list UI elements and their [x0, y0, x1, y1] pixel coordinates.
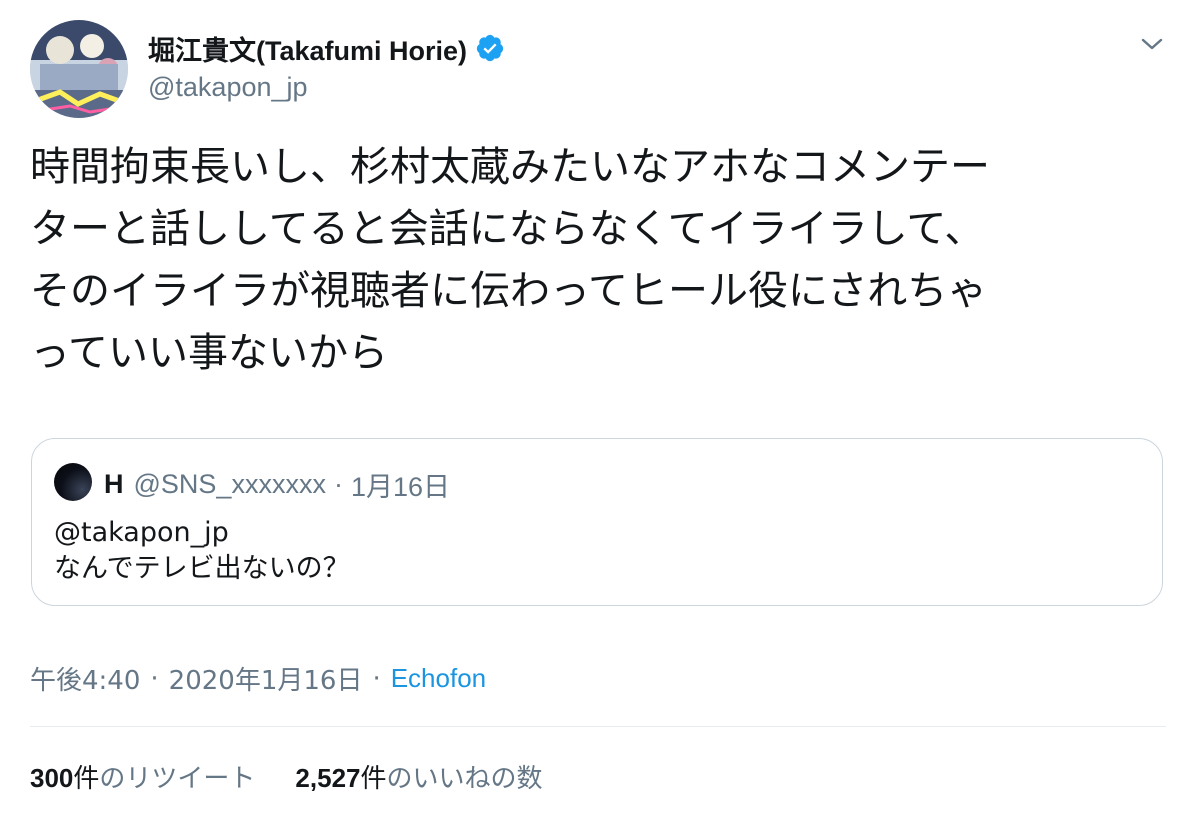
quoted-mention: @takapon_jp [54, 517, 229, 548]
quoted-separator: · [333, 469, 343, 499]
retweet-stat[interactable]: 300件のリツイート [30, 758, 255, 795]
chevron-down-icon[interactable] [1140, 32, 1164, 56]
author-name-row: 堀江貴文(Takafumi Horie) [148, 28, 505, 68]
quoted-author-handle: @SNS_xxxxxxx [133, 469, 326, 499]
quoted-tweet[interactable]: H @SNS_xxxxxxx · 1月16日 @takapon_jp なんでテレ… [31, 438, 1163, 606]
quoted-text: なんでテレビ出ないの？ [54, 553, 350, 584]
tweet-stats: 300件のリツイート 2,527件のいいねの数 [30, 758, 543, 795]
avatar-image [30, 20, 128, 118]
quoted-author-name: H [104, 469, 124, 499]
like-stat[interactable]: 2,527件のいいねの数 [295, 758, 542, 795]
quoted-tweet-header: H @SNS_xxxxxxx · 1月16日 [104, 465, 450, 504]
tweet-metadata: 午後4:40 · 2020年1月16日 · Echofon [30, 660, 486, 697]
retweet-count: 300 [30, 763, 74, 793]
tweet-text: 時間拘束長いし、杉村太蔵みたいなアホなコメンテー ターと話ししてると会話にならな… [30, 144, 990, 376]
like-count: 2,527 [295, 763, 361, 793]
retweet-unit: 件 [73, 764, 100, 794]
meta-separator: · [372, 663, 381, 694]
quoted-date: 1月16日 [350, 472, 451, 502]
verified-badge-icon [475, 33, 505, 63]
tweet-date[interactable]: 2020年1月16日 [169, 660, 363, 697]
quoted-tweet-body: @takapon_jp なんでテレビ出ないの？ [54, 515, 350, 587]
like-unit: 件 [360, 764, 387, 794]
meta-separator: · [150, 663, 159, 694]
divider [30, 726, 1166, 727]
author-display-name[interactable]: 堀江貴文(Takafumi Horie) [148, 29, 467, 68]
quoted-author-avatar [54, 463, 92, 501]
tweet-time[interactable]: 午後4:40 [30, 660, 140, 697]
tweet-card: 堀江貴文(Takafumi Horie) @takapon_jp 時間拘束長いし… [0, 0, 1200, 822]
author-avatar[interactable] [30, 20, 128, 118]
tweet-source-link[interactable]: Echofon [391, 663, 486, 694]
like-label: のいいねの数 [386, 764, 543, 794]
author-handle[interactable]: @takapon_jp [148, 72, 308, 103]
retweet-label: のリツイート [99, 764, 256, 794]
